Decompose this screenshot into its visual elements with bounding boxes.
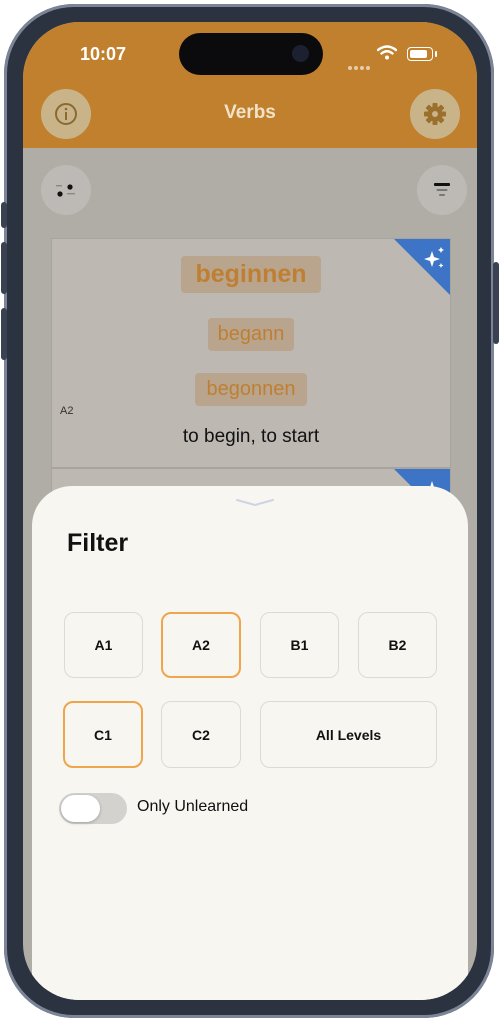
- infinitive-text: beginnen: [181, 256, 321, 293]
- filter-sheet: Filter A1 A2 B1 B2 C1 C2 All Levels Only…: [32, 486, 468, 1000]
- only-unlearned-toggle[interactable]: [59, 793, 127, 824]
- level-c1-button[interactable]: C1: [63, 701, 143, 768]
- silent-switch: [1, 202, 7, 228]
- sort-icon: [434, 183, 450, 196]
- page-title: Verbs: [224, 102, 276, 123]
- wifi-icon: [377, 45, 397, 60]
- only-unlearned-label: Only Unlearned: [137, 798, 249, 815]
- settings-button[interactable]: [410, 89, 460, 139]
- sheet-title: Filter: [67, 529, 129, 557]
- random-button[interactable]: [41, 165, 91, 215]
- status-time: 10:07: [80, 44, 127, 64]
- volume-down-button: [1, 308, 7, 360]
- sheet-bottom: [23, 984, 477, 1000]
- level-a2-button[interactable]: A2: [161, 612, 241, 678]
- volume-up-button: [1, 242, 7, 294]
- dynamic-island: [179, 33, 323, 75]
- participle-text: begonnen: [194, 373, 308, 406]
- level-a1-button[interactable]: A1: [64, 612, 143, 678]
- battery-icon: [407, 47, 437, 61]
- all-levels-button[interactable]: All Levels: [260, 701, 437, 768]
- screen: 10:07 Verbs beginnen begann begonnen A2 …: [23, 22, 477, 1000]
- power-button: [493, 262, 499, 344]
- level-tag: A2: [60, 405, 74, 417]
- dice-icon: [56, 184, 75, 197]
- level-b2-button[interactable]: B2: [358, 612, 437, 678]
- level-c2-button[interactable]: C2: [161, 701, 241, 768]
- gear-icon: [424, 103, 446, 125]
- verb-card[interactable]: beginnen begann begonnen A2 to begin, to…: [51, 238, 451, 468]
- toggle-knob: [61, 795, 100, 822]
- level-b1-button[interactable]: B1: [260, 612, 339, 678]
- meaning-text: to begin, to start: [182, 426, 320, 447]
- sort-button[interactable]: [417, 165, 467, 215]
- sheet-grabber[interactable]: [235, 498, 275, 508]
- preterite-text: begann: [207, 318, 295, 351]
- nav-header: 10:07 Verbs: [23, 22, 477, 148]
- signal-dots-icon: [348, 57, 372, 75]
